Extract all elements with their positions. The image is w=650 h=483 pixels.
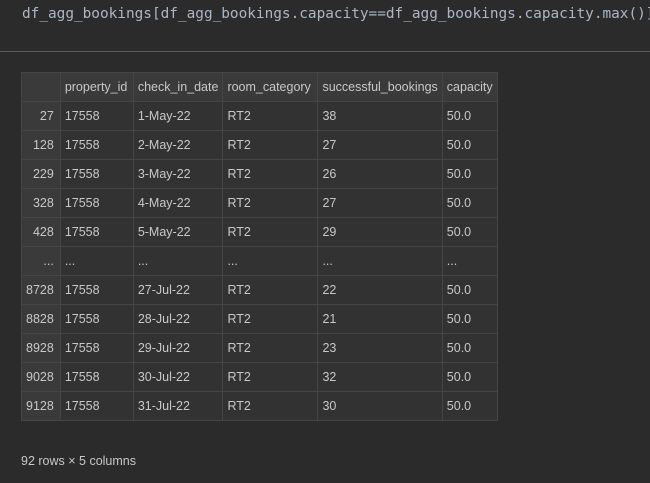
row-index: 9028 bbox=[21, 362, 61, 392]
cell-check-in-date: 3-May-22 bbox=[132, 159, 224, 189]
column-header-room-category: room_category bbox=[222, 72, 319, 102]
row-index: 27 bbox=[21, 101, 61, 131]
cell-capacity: 50.0 bbox=[441, 275, 498, 305]
row-index: 328 bbox=[21, 188, 61, 218]
cell-room-category: RT2 bbox=[222, 130, 319, 160]
cell-successful-bookings: 23 bbox=[317, 333, 443, 363]
cell-successful-bookings: 21 bbox=[317, 304, 443, 334]
table-row: 428 17558 5-May-22 RT2 29 50.0 bbox=[21, 217, 498, 247]
cell-capacity: 50.0 bbox=[441, 304, 498, 334]
row-index: ... bbox=[21, 246, 61, 276]
cell-property-id: 17558 bbox=[59, 101, 134, 131]
cell-successful-bookings: 27 bbox=[317, 188, 443, 218]
row-index: 8928 bbox=[21, 333, 61, 363]
row-index: 8728 bbox=[21, 275, 61, 305]
cell-property-id: 17558 bbox=[59, 362, 134, 392]
table-row: 27 17558 1-May-22 RT2 38 50.0 bbox=[21, 101, 498, 131]
row-index: 128 bbox=[21, 130, 61, 160]
cell-check-in-date: 29-Jul-22 bbox=[132, 333, 224, 363]
table-row: 328 17558 4-May-22 RT2 27 50.0 bbox=[21, 188, 498, 218]
cell-capacity: 50.0 bbox=[441, 130, 498, 160]
cell-check-in-date: 5-May-22 bbox=[132, 217, 224, 247]
cell-successful-bookings: 26 bbox=[317, 159, 443, 189]
cell-check-in-date: 30-Jul-22 bbox=[132, 362, 224, 392]
shape-label: 92 rows × 5 columns bbox=[21, 454, 136, 468]
cell-check-in-date: 27-Jul-22 bbox=[132, 275, 224, 305]
column-header-successful-bookings: successful_bookings bbox=[317, 72, 443, 102]
cell-property-id: ... bbox=[59, 246, 134, 276]
index-header bbox=[21, 72, 61, 102]
code-line[interactable]: df_agg_bookings[df_agg_bookings.capacity… bbox=[22, 6, 650, 22]
table-body: 27 17558 1-May-22 RT2 38 50.0 128 17558 2-May-22… bbox=[21, 101, 498, 421]
row-index: 8828 bbox=[21, 304, 61, 334]
cell-property-id: 17558 bbox=[59, 275, 134, 305]
cell-room-category: RT2 bbox=[222, 188, 319, 218]
cell-room-category: ... bbox=[222, 246, 319, 276]
cell-room-category: RT2 bbox=[222, 333, 319, 363]
cell-capacity: 50.0 bbox=[441, 101, 498, 131]
row-index: 229 bbox=[21, 159, 61, 189]
cell-property-id: 17558 bbox=[59, 391, 134, 421]
row-index: 9128 bbox=[21, 391, 61, 421]
cell-successful-bookings: ... bbox=[317, 246, 443, 276]
cell-capacity: 50.0 bbox=[441, 362, 498, 392]
cell-room-category: RT2 bbox=[222, 217, 319, 247]
cell-output: property_id check_in_date room_category … bbox=[0, 52, 650, 483]
code-cell[interactable]: df_agg_bookings[df_agg_bookings.capacity… bbox=[0, 0, 650, 52]
cell-room-category: RT2 bbox=[222, 159, 319, 189]
cell-successful-bookings: 30 bbox=[317, 391, 443, 421]
cell-property-id: 17558 bbox=[59, 188, 134, 218]
cell-check-in-date: 28-Jul-22 bbox=[132, 304, 224, 334]
cell-room-category: RT2 bbox=[222, 391, 319, 421]
cell-check-in-date: 31-Jul-22 bbox=[132, 391, 224, 421]
cell-capacity: ... bbox=[441, 246, 498, 276]
cell-successful-bookings: 38 bbox=[317, 101, 443, 131]
table-row: 8828 17558 28-Jul-22 RT2 21 50.0 bbox=[21, 304, 498, 334]
column-header-check-in-date: check_in_date bbox=[132, 72, 224, 102]
cell-room-category: RT2 bbox=[222, 304, 319, 334]
row-index: 428 bbox=[21, 217, 61, 247]
cell-capacity: 50.0 bbox=[441, 188, 498, 218]
table-row: 229 17558 3-May-22 RT2 26 50.0 bbox=[21, 159, 498, 189]
notebook-page: df_agg_bookings[df_agg_bookings.capacity… bbox=[0, 0, 650, 483]
cell-successful-bookings: 27 bbox=[317, 130, 443, 160]
column-header-property-id: property_id bbox=[59, 72, 134, 102]
table-row: 9028 17558 30-Jul-22 RT2 32 50.0 bbox=[21, 362, 498, 392]
table-row: 128 17558 2-May-22 RT2 27 50.0 bbox=[21, 130, 498, 160]
cell-property-id: 17558 bbox=[59, 304, 134, 334]
cell-check-in-date: 2-May-22 bbox=[132, 130, 224, 160]
cell-check-in-date: 4-May-22 bbox=[132, 188, 224, 218]
table-row: 8728 17558 27-Jul-22 RT2 22 50.0 bbox=[21, 275, 498, 305]
table-row: 9128 17558 31-Jul-22 RT2 30 50.0 bbox=[21, 391, 498, 421]
cell-successful-bookings: 29 bbox=[317, 217, 443, 247]
cell-room-category: RT2 bbox=[222, 101, 319, 131]
cell-successful-bookings: 22 bbox=[317, 275, 443, 305]
header-row: property_id check_in_date room_category … bbox=[21, 72, 498, 102]
cell-property-id: 17558 bbox=[59, 333, 134, 363]
cell-check-in-date: 1-May-22 bbox=[132, 101, 224, 131]
cell-capacity: 50.0 bbox=[441, 217, 498, 247]
cell-capacity: 50.0 bbox=[441, 159, 498, 189]
cell-successful-bookings: 32 bbox=[317, 362, 443, 392]
cell-room-category: RT2 bbox=[222, 362, 319, 392]
table-row: .................. bbox=[21, 246, 498, 276]
cell-room-category: RT2 bbox=[222, 275, 319, 305]
cell-capacity: 50.0 bbox=[441, 333, 498, 363]
cell-check-in-date: ... bbox=[132, 246, 224, 276]
cell-property-id: 17558 bbox=[59, 217, 134, 247]
cell-property-id: 17558 bbox=[59, 159, 134, 189]
dataframe-table: property_id check_in_date room_category … bbox=[21, 72, 498, 421]
table-row: 8928 17558 29-Jul-22 RT2 23 50.0 bbox=[21, 333, 498, 363]
cell-property-id: 17558 bbox=[59, 130, 134, 160]
column-header-capacity: capacity bbox=[441, 72, 498, 102]
cell-capacity: 50.0 bbox=[441, 391, 498, 421]
